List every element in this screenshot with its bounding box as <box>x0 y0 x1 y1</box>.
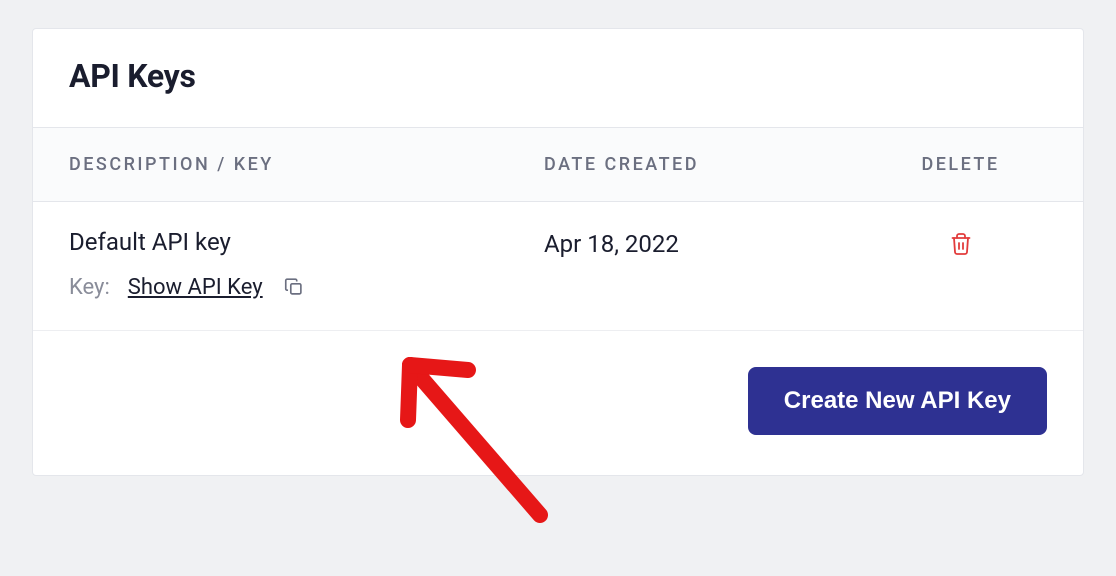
header-delete: DELETE <box>874 154 1047 175</box>
row-description-cell: Default API key Key: Show API Key <box>69 228 544 300</box>
key-label: Key: <box>69 275 110 300</box>
trash-icon <box>949 232 973 256</box>
copy-button[interactable] <box>281 274 307 300</box>
api-keys-card: API Keys DESCRIPTION / KEY DATE CREATED … <box>32 28 1084 476</box>
api-key-row: Default API key Key: Show API Key Apr 18… <box>33 202 1083 331</box>
row-delete-cell <box>874 228 1047 260</box>
delete-button[interactable] <box>947 230 975 258</box>
header-description: DESCRIPTION / KEY <box>69 154 544 175</box>
copy-icon <box>283 276 305 298</box>
api-key-name: Default API key <box>69 228 544 256</box>
row-date-cell: Apr 18, 2022 <box>544 228 874 258</box>
card-title: API Keys <box>69 57 1047 95</box>
header-date: DATE CREATED <box>544 154 874 175</box>
card-header: API Keys <box>33 29 1083 128</box>
show-api-key-link[interactable]: Show API Key <box>128 275 263 300</box>
table-header-row: DESCRIPTION / KEY DATE CREATED DELETE <box>33 128 1083 202</box>
create-new-api-key-button[interactable]: Create New API Key <box>748 367 1047 435</box>
key-line: Key: Show API Key <box>69 274 544 300</box>
card-footer: Create New API Key <box>33 331 1083 475</box>
